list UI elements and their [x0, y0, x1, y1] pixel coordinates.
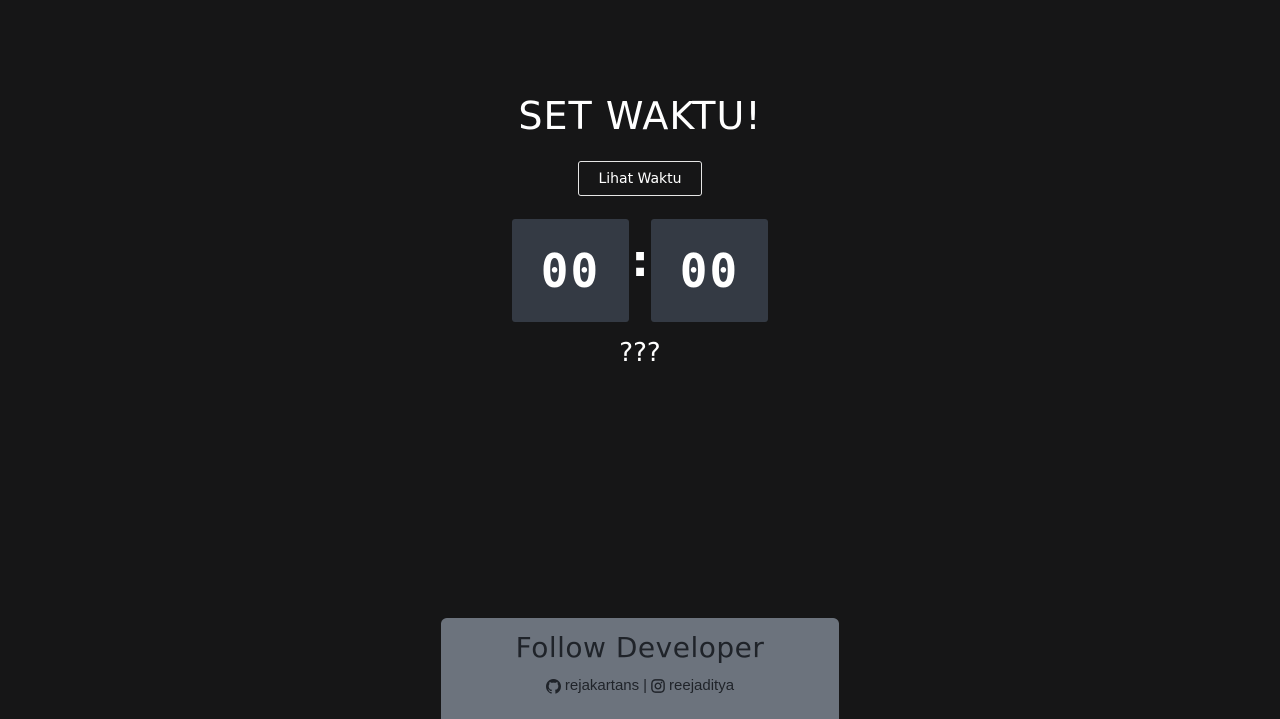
github-icon: [545, 678, 561, 694]
time-separator: :: [631, 236, 649, 287]
social-links: rejakartans | reejaditya: [441, 676, 839, 696]
developer-footer: Follow Developer rejakartans | reejadity…: [441, 618, 839, 719]
github-link[interactable]: rejakartans: [545, 676, 640, 696]
link-divider: |: [643, 677, 648, 694]
footer-title: Follow Developer: [515, 631, 765, 664]
hours-display: 00: [512, 219, 629, 322]
page-title: SET WAKTU!: [518, 94, 762, 138]
instagram-link[interactable]: reejaditya: [651, 676, 734, 696]
view-time-button[interactable]: Lihat Waktu: [578, 161, 702, 196]
instagram-icon: [651, 679, 665, 693]
time-display: 00 : 00: [512, 219, 769, 322]
instagram-handle: reejaditya: [669, 677, 735, 694]
status-text: ???: [619, 338, 661, 368]
page: SET WAKTU! Lihat Waktu 00 : 00 ??? Follo…: [0, 0, 1280, 719]
minutes-display: 00: [651, 219, 768, 322]
github-handle: rejakartans: [564, 677, 640, 694]
